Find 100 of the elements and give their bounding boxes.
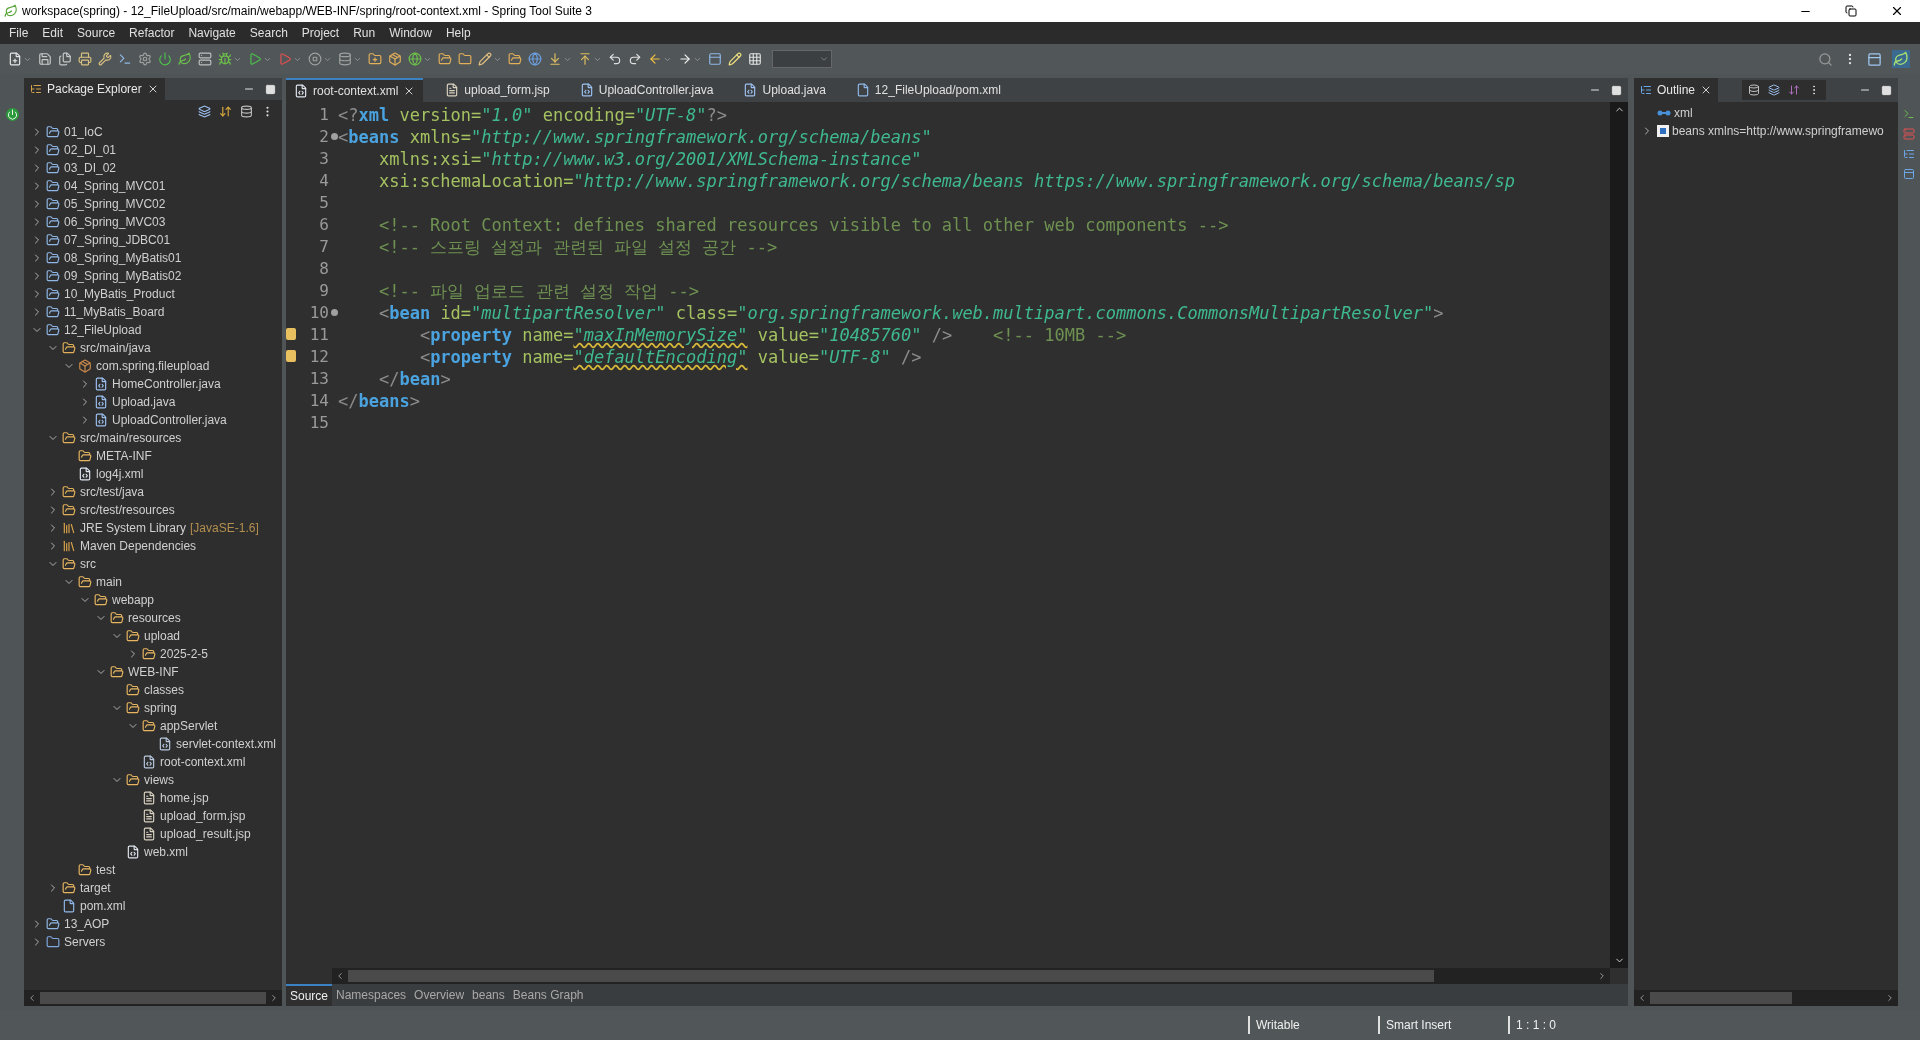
- tree-item[interactable]: upload_form.jsp: [160, 807, 246, 825]
- search-icon[interactable]: [1818, 51, 1833, 67]
- link-with-editor-icon[interactable]: [219, 104, 232, 118]
- editor-tab[interactable]: 12_FileUpload/pom.xml: [847, 78, 1009, 102]
- tree-item[interactable]: JRE System Library: [80, 519, 187, 537]
- tree-item[interactable]: appServlet: [160, 717, 218, 735]
- tree-item[interactable]: META-INF: [96, 447, 152, 465]
- tree-item[interactable]: 08_Spring_MyBatis01: [64, 249, 182, 267]
- tree-item[interactable]: WEB-INF: [128, 663, 179, 681]
- editor-page-tab[interactable]: Overview: [410, 984, 469, 1006]
- new-file-icon[interactable]: [8, 52, 22, 66]
- scroll-right-icon[interactable]: [1597, 971, 1607, 981]
- maximize-icon[interactable]: [265, 83, 276, 95]
- tree-item[interactable]: spring: [144, 699, 177, 717]
- save-all-icon[interactable]: [58, 52, 72, 66]
- dropdown-caret-icon[interactable]: [819, 54, 829, 64]
- previous-annotation-icon[interactable]: [578, 52, 592, 66]
- tree-item[interactable]: 07_Spring_JDBC01: [64, 231, 171, 249]
- menu-item[interactable]: Search: [242, 24, 295, 42]
- tree-item[interactable]: resources: [128, 609, 181, 627]
- tree-item[interactable]: 11_MyBatis_Board: [64, 303, 165, 321]
- last-edit-icon[interactable]: [608, 52, 622, 66]
- back-icon[interactable]: [648, 52, 662, 66]
- power-icon[interactable]: [158, 52, 172, 66]
- horizontal-scrollbar[interactable]: [1634, 990, 1898, 1006]
- tree-item[interactable]: home.jsp: [160, 789, 209, 807]
- build-icon[interactable]: [98, 52, 112, 66]
- next-annotation-icon[interactable]: [548, 52, 562, 66]
- tree-item[interactable]: 09_Spring_MyBatis02: [64, 267, 182, 285]
- tree-item[interactable]: src/test/resources: [80, 501, 175, 519]
- editor-page-tab[interactable]: Namespaces: [332, 984, 411, 1006]
- tree-item[interactable]: UploadController.java: [112, 411, 227, 429]
- scroll-left-icon[interactable]: [1637, 993, 1647, 1003]
- menu-item[interactable]: Run: [346, 24, 383, 42]
- menu-item[interactable]: Source: [70, 24, 123, 42]
- tree-item[interactable]: 13_AOP: [64, 915, 110, 933]
- open-folder-icon[interactable]: [458, 52, 472, 66]
- server-icon[interactable]: [198, 52, 212, 66]
- power-icon[interactable]: [5, 108, 19, 121]
- menu-item[interactable]: Window: [382, 24, 439, 42]
- tree-item[interactable]: Maven Dependencies: [80, 537, 197, 555]
- tree-item[interactable]: upload_result.jsp: [160, 825, 251, 843]
- editor-page-tab[interactable]: Beans Graph: [508, 984, 588, 1006]
- tree-item[interactable]: Upload.java: [112, 393, 176, 411]
- menu-item[interactable]: Project: [294, 24, 347, 42]
- tree-item[interactable]: 02_DI_01: [64, 141, 117, 159]
- scroll-right-icon[interactable]: [1885, 993, 1895, 1003]
- forward-icon[interactable]: [678, 52, 692, 66]
- tab-label[interactable]: Outline: [1657, 81, 1696, 99]
- tree-item[interactable]: upload: [144, 627, 181, 645]
- print-icon[interactable]: [78, 52, 92, 66]
- database-icon[interactable]: [338, 52, 352, 66]
- tree-item[interactable]: 05_Spring_MVC02: [64, 195, 166, 213]
- package-explorer-tab[interactable]: Package Explorer: [24, 78, 165, 100]
- scroll-left-icon[interactable]: [335, 971, 345, 981]
- view-icon[interactable]: [1903, 168, 1915, 180]
- tree-item[interactable]: com.spring.fileupload: [96, 357, 210, 375]
- toolbar-combo-field[interactable]: [772, 50, 832, 68]
- maximize-icon[interactable]: [1611, 84, 1622, 96]
- restore-window-icon[interactable]: [1845, 5, 1857, 17]
- run-icon[interactable]: [248, 52, 262, 66]
- tree-item[interactable]: servlet-context.xml: [176, 735, 277, 753]
- tree-item[interactable]: main: [96, 573, 122, 591]
- editor-page-tab[interactable]: Source: [286, 984, 333, 1006]
- tree-item[interactable]: test: [96, 861, 116, 879]
- tree-item[interactable]: src/main/java: [80, 339, 151, 357]
- tree-item[interactable]: HomeController.java: [112, 375, 221, 393]
- editor-page-tab[interactable]: beans: [468, 984, 509, 1006]
- forward-edit-icon[interactable]: [628, 52, 642, 66]
- outline-tab[interactable]: Outline: [1634, 78, 1719, 102]
- terminal-icon[interactable]: [118, 52, 132, 66]
- fold-marker-icon[interactable]: [331, 133, 338, 140]
- tree-item[interactable]: target: [80, 879, 111, 897]
- sort-icon[interactable]: [1788, 84, 1801, 96]
- editor-tab[interactable]: upload_form.jsp: [437, 78, 558, 102]
- menu-item[interactable]: Navigate: [181, 24, 243, 42]
- tree-item[interactable]: webapp: [112, 591, 155, 609]
- outline-item[interactable]: xml: [1674, 104, 1693, 122]
- editor-tab[interactable]: root-context.xml: [286, 78, 424, 102]
- tree-item[interactable]: root-context.xml: [160, 753, 246, 771]
- tree-item[interactable]: src: [80, 555, 96, 573]
- pen-icon[interactable]: [728, 52, 742, 66]
- outline-item[interactable]: beans xmlns=http://www.springframewo: [1672, 122, 1884, 140]
- tree-item[interactable]: src/main/resources: [80, 429, 182, 447]
- run-tool-icon[interactable]: [278, 52, 292, 66]
- servers-icon[interactable]: [1903, 128, 1915, 140]
- debug-icon[interactable]: [218, 52, 232, 66]
- save-icon[interactable]: [38, 52, 52, 66]
- tree-item[interactable]: 06_Spring_MVC03: [64, 213, 166, 231]
- tree-item[interactable]: views: [144, 771, 174, 789]
- tree-item[interactable]: web.xml: [144, 843, 188, 861]
- horizontal-scrollbar[interactable]: [24, 990, 282, 1006]
- menu-item[interactable]: File: [2, 24, 36, 42]
- stop-icon[interactable]: [308, 52, 322, 66]
- tree-item[interactable]: classes: [144, 681, 184, 699]
- new-project-icon[interactable]: [368, 52, 382, 66]
- tree-item[interactable]: 04_Spring_MVC01: [64, 177, 166, 195]
- collapse-all-icon[interactable]: [198, 104, 211, 118]
- tree-item[interactable]: log4j.xml: [96, 465, 144, 483]
- menu-item[interactable]: Refactor: [122, 24, 182, 42]
